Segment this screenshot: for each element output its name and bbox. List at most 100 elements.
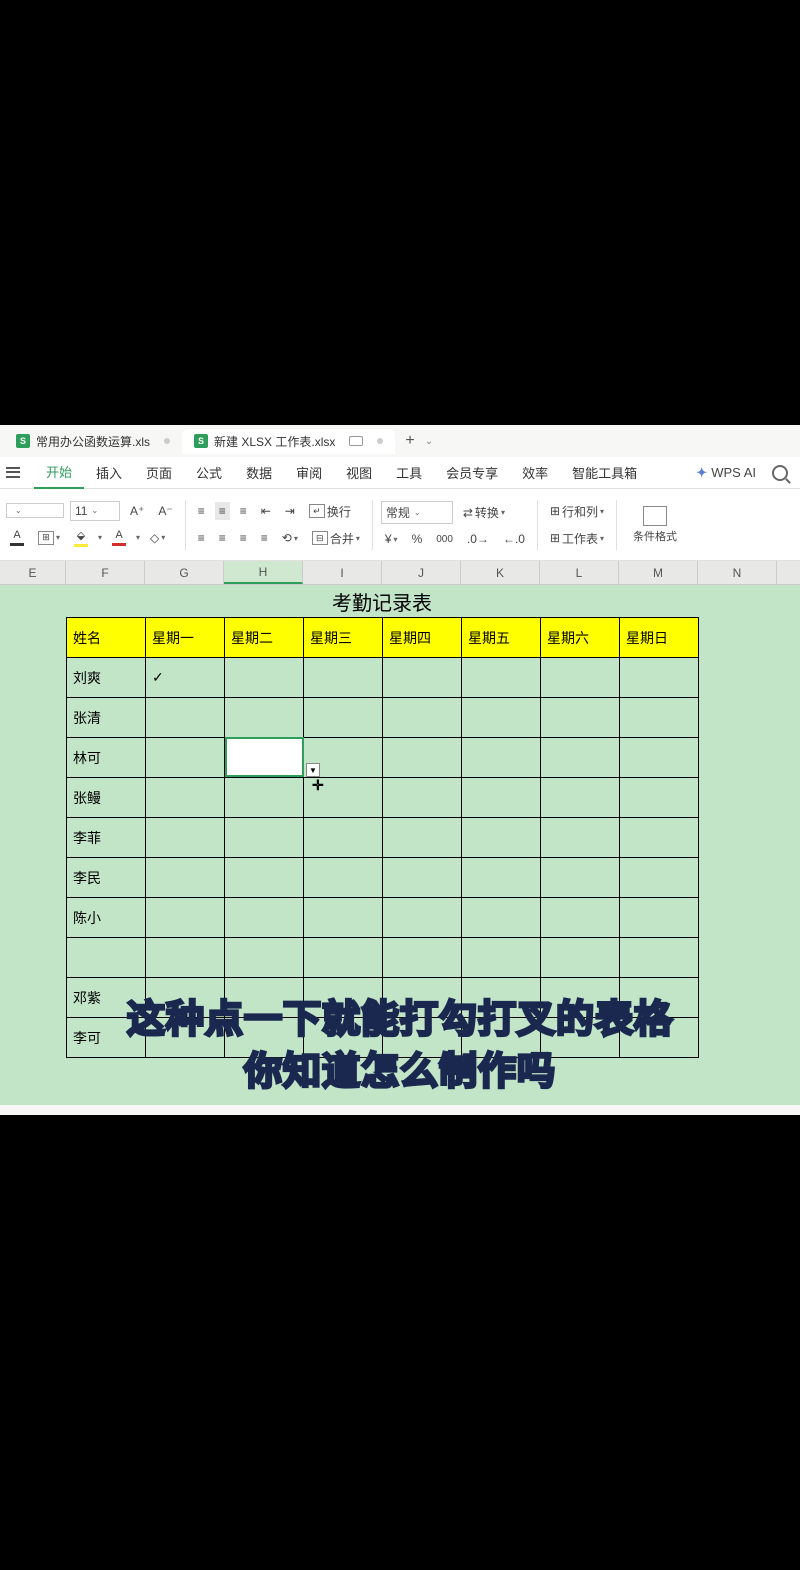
table-cell[interactable]: [304, 898, 383, 938]
indent-increase-icon[interactable]: ⇥: [281, 502, 299, 520]
column-header-L[interactable]: L: [540, 561, 619, 584]
table-header[interactable]: 星期六: [541, 618, 620, 658]
table-cell[interactable]: [383, 978, 462, 1018]
align-justify-icon[interactable]: ≡: [257, 529, 272, 547]
table-cell[interactable]: [541, 738, 620, 778]
table-cell[interactable]: [462, 938, 541, 978]
table-cell[interactable]: ✓: [146, 658, 225, 698]
align-top-icon[interactable]: ≡: [194, 502, 209, 520]
table-header[interactable]: 星期一: [146, 618, 225, 658]
table-cell[interactable]: 李可: [67, 1018, 146, 1058]
table-cell[interactable]: [225, 1018, 304, 1058]
table-cell[interactable]: [146, 738, 225, 778]
table-cell[interactable]: [225, 938, 304, 978]
number-format-select[interactable]: 常规⌄: [381, 501, 453, 524]
table-cell[interactable]: [146, 978, 225, 1018]
table-cell[interactable]: [383, 898, 462, 938]
table-cell[interactable]: [462, 778, 541, 818]
menu-item-效率[interactable]: 效率: [510, 457, 560, 488]
table-cell[interactable]: [620, 938, 699, 978]
column-header-N[interactable]: N: [698, 561, 777, 584]
column-header-I[interactable]: I: [303, 561, 382, 584]
wps-ai-button[interactable]: ✦ WPS AI: [688, 465, 764, 481]
table-cell[interactable]: [146, 1018, 225, 1058]
table-header[interactable]: 星期二: [225, 618, 304, 658]
column-header-F[interactable]: F: [66, 561, 145, 584]
table-cell[interactable]: [146, 778, 225, 818]
rows-cols-button[interactable]: ⊞ 行和列▾: [546, 501, 608, 522]
table-cell[interactable]: [620, 818, 699, 858]
table-cell[interactable]: [304, 698, 383, 738]
percent-icon[interactable]: %: [408, 530, 427, 548]
add-tab-button[interactable]: +: [395, 432, 424, 450]
indent-decrease-icon[interactable]: ⇤: [257, 502, 275, 520]
menu-item-页面[interactable]: 页面: [134, 457, 184, 488]
table-cell[interactable]: [304, 818, 383, 858]
font-color-button[interactable]: A: [6, 527, 28, 548]
column-header-J[interactable]: J: [382, 561, 461, 584]
table-cell[interactable]: [620, 898, 699, 938]
table-cell[interactable]: 张鳗: [67, 778, 146, 818]
table-cell[interactable]: 李民: [67, 858, 146, 898]
table-cell[interactable]: [541, 858, 620, 898]
dropdown-arrow-button[interactable]: ▼: [306, 763, 320, 777]
menu-item-审阅[interactable]: 审阅: [284, 457, 334, 488]
column-header-M[interactable]: M: [619, 561, 698, 584]
column-header-K[interactable]: K: [461, 561, 540, 584]
table-header[interactable]: 星期日: [620, 618, 699, 658]
text-color-button[interactable]: A: [108, 527, 130, 548]
increase-font-button[interactable]: A⁺: [126, 502, 148, 520]
table-cell[interactable]: [225, 818, 304, 858]
table-cell[interactable]: [462, 978, 541, 1018]
table-cell[interactable]: [541, 898, 620, 938]
table-cell[interactable]: [146, 698, 225, 738]
table-cell[interactable]: [304, 978, 383, 1018]
table-cell[interactable]: [383, 858, 462, 898]
table-cell[interactable]: [225, 738, 304, 778]
align-middle-icon[interactable]: ≡: [215, 502, 230, 520]
fill-color-button[interactable]: ⬙: [70, 527, 92, 549]
table-cell[interactable]: [462, 1018, 541, 1058]
thousand-sep-icon[interactable]: 000: [432, 532, 457, 547]
align-right-icon[interactable]: ≡: [236, 529, 251, 547]
table-header[interactable]: 星期五: [462, 618, 541, 658]
table-cell[interactable]: [383, 738, 462, 778]
table-cell[interactable]: [383, 658, 462, 698]
menu-item-插入[interactable]: 插入: [84, 457, 134, 488]
table-cell[interactable]: [146, 938, 225, 978]
table-cell[interactable]: [541, 658, 620, 698]
table-cell[interactable]: [383, 818, 462, 858]
table-cell[interactable]: [146, 818, 225, 858]
table-cell[interactable]: [541, 978, 620, 1018]
table-cell[interactable]: [541, 698, 620, 738]
table-header[interactable]: 姓名: [67, 618, 146, 658]
convert-button[interactable]: ⇄ 转换▾: [459, 502, 509, 523]
table-cell[interactable]: [620, 1018, 699, 1058]
menu-item-视图[interactable]: 视图: [334, 457, 384, 488]
table-cell[interactable]: [462, 898, 541, 938]
table-cell[interactable]: [225, 778, 304, 818]
table-cell[interactable]: [225, 858, 304, 898]
search-icon[interactable]: [772, 465, 788, 481]
table-cell[interactable]: [620, 738, 699, 778]
table-cell[interactable]: 林可: [67, 738, 146, 778]
table-cell[interactable]: 李菲: [67, 818, 146, 858]
tab-menu-chevron-icon[interactable]: ⌄: [425, 436, 433, 447]
table-cell[interactable]: [620, 978, 699, 1018]
table-cell[interactable]: [225, 898, 304, 938]
conditional-format-button[interactable]: 条件格式: [625, 502, 685, 548]
table-cell[interactable]: [146, 898, 225, 938]
table-cell[interactable]: [146, 858, 225, 898]
table-cell[interactable]: [304, 1018, 383, 1058]
orientation-icon[interactable]: ⟲▾: [278, 529, 302, 547]
table-cell[interactable]: [541, 1018, 620, 1058]
border-button[interactable]: ⊞▾: [34, 529, 64, 547]
table-cell[interactable]: [383, 1018, 462, 1058]
table-cell[interactable]: 张清: [67, 698, 146, 738]
table-cell[interactable]: [462, 658, 541, 698]
hamburger-menu-icon[interactable]: [4, 464, 22, 482]
currency-icon[interactable]: ¥▾: [381, 530, 402, 548]
font-family-select[interactable]: ⌄: [6, 503, 64, 518]
align-bottom-icon[interactable]: ≡: [236, 502, 251, 520]
font-size-select[interactable]: 11⌄: [70, 501, 120, 521]
